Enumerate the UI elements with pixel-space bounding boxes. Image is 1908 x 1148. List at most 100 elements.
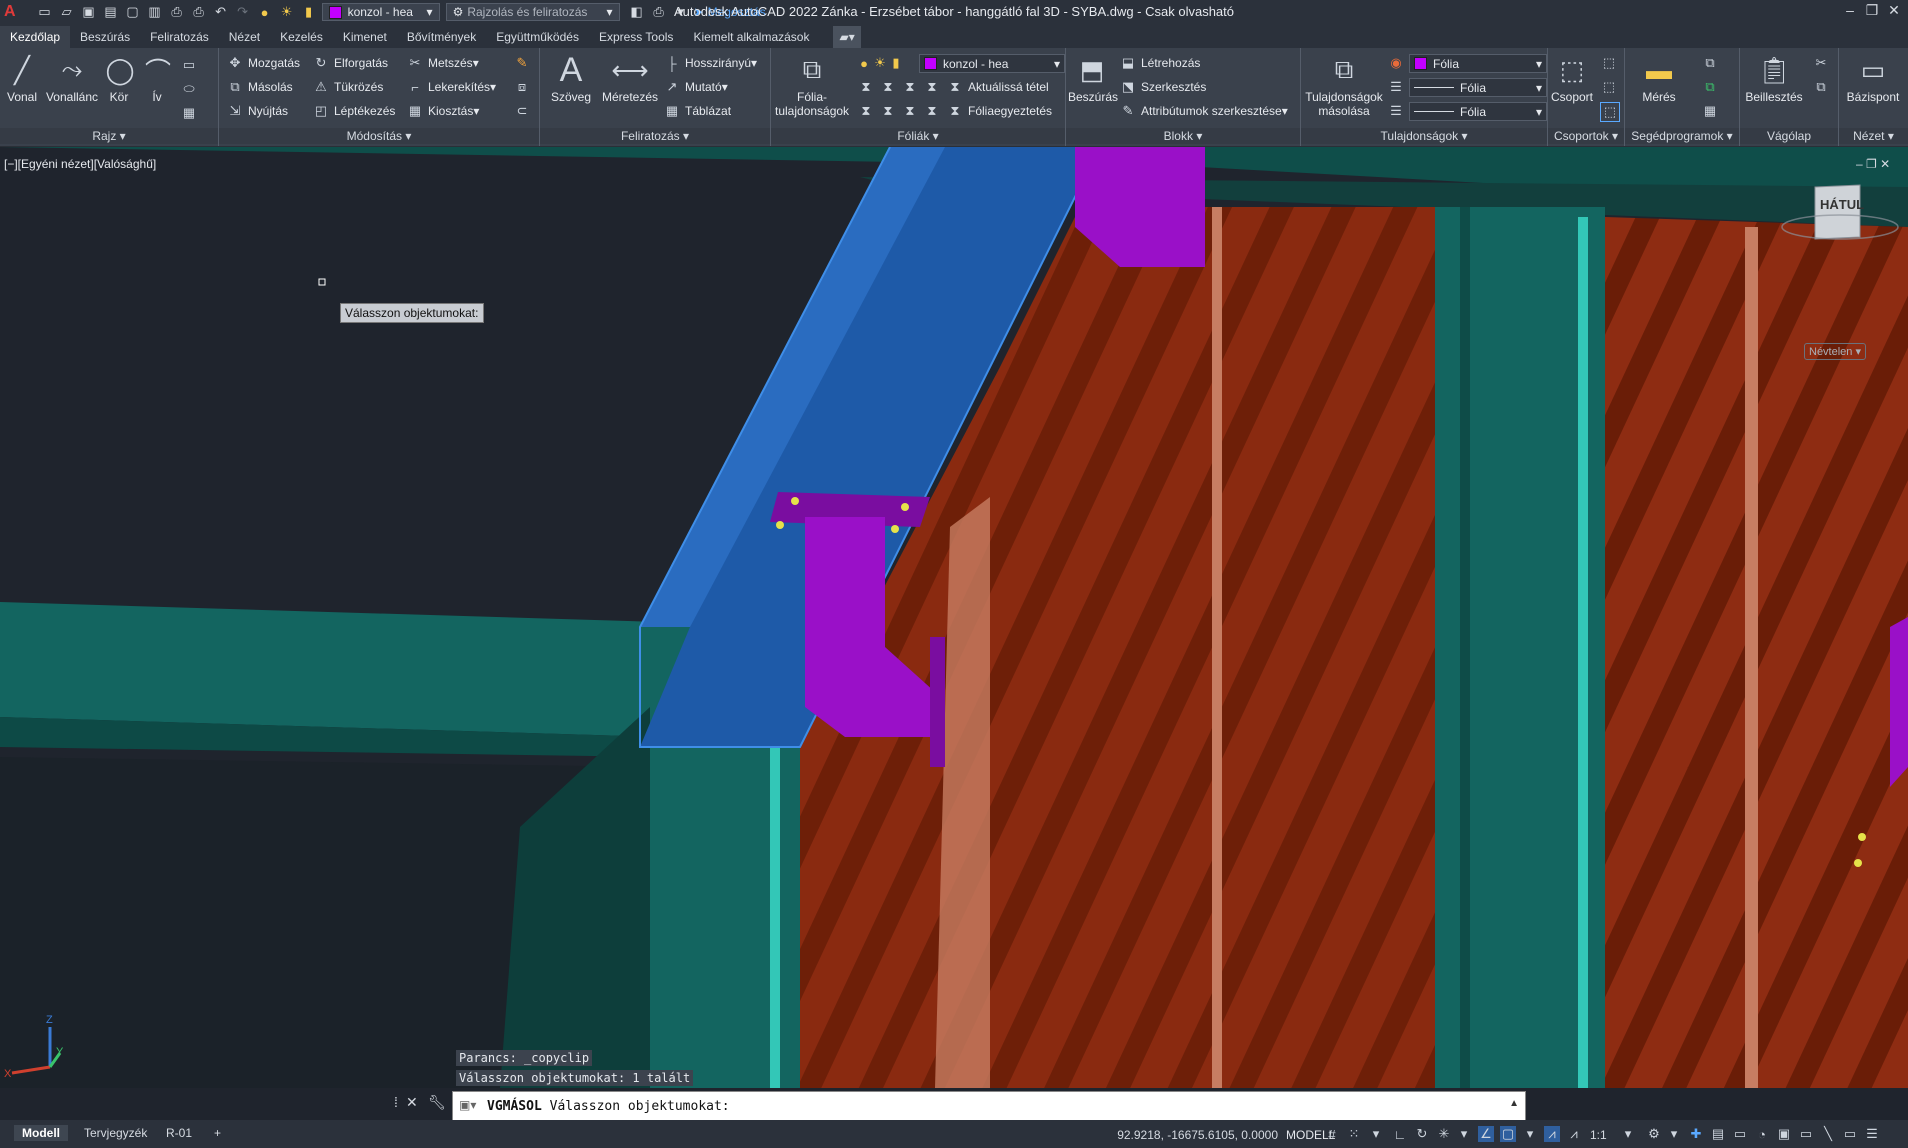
ellipse-icon[interactable]: ⬭ (180, 80, 198, 98)
linetype-combo[interactable]: Fólia ▾ (1409, 102, 1547, 121)
lineweight-toggle-icon[interactable]: ╲ (1820, 1126, 1836, 1142)
panel-view-title[interactable]: Nézet ▾ (1839, 128, 1908, 144)
panel-utilities-title[interactable]: Segédprogramok ▾ (1625, 128, 1739, 144)
lineweight-combo[interactable]: Fólia ▾ (1409, 78, 1547, 97)
line-button[interactable]: ╱ Vonal (4, 52, 40, 105)
tab-addins[interactable]: Bővítmények (397, 26, 486, 48)
current-layer-combo[interactable]: konzol - hea ▾ (919, 54, 1065, 73)
calculator-icon[interactable]: ▦ (1701, 102, 1719, 120)
chevron-down-icon[interactable]: ▾ (1522, 1126, 1538, 1142)
snap-icon[interactable]: ⁙ (1346, 1126, 1362, 1142)
layer-thaw-icon[interactable]: ⧗ (901, 102, 919, 120)
polyline-button[interactable]: ⤳ Vonallánc (44, 52, 100, 104)
base-button[interactable]: ▭ Bázispont (1841, 52, 1905, 105)
color-wheel-icon[interactable]: ◉ (1387, 54, 1405, 72)
panel-layers-title[interactable]: Fóliák ▾ (771, 128, 1065, 144)
edit-attributes-button[interactable]: ✎ Attribútumok szerkesztése ▾ (1120, 102, 1288, 120)
layer-on-icon[interactable]: ⧗ (857, 102, 875, 120)
circle-button[interactable]: ◯ Kör (102, 52, 136, 105)
isolate-objects-icon[interactable]: ▤ (1710, 1126, 1726, 1142)
plus-icon[interactable]: ✚ (1688, 1126, 1704, 1142)
viewcube[interactable] (1814, 184, 1861, 240)
stretch-button[interactable]: ⇲ Nyújtás (227, 102, 288, 120)
drawing-viewport[interactable]: HÁTUL Z X Y (0, 147, 1908, 1088)
tab-express-tools[interactable]: Express Tools (589, 26, 683, 48)
tab-annotate[interactable]: Feliratozás (140, 26, 219, 48)
insert-block-button[interactable]: ⬒ Beszúrás (1068, 52, 1118, 105)
lineweight-icon[interactable]: ☰ (1387, 78, 1405, 96)
arc-button[interactable]: ⌒ Ív (140, 52, 174, 105)
gear-icon[interactable]: ⚙ (1646, 1126, 1662, 1142)
chevron-up-icon[interactable]: ▲ (1509, 1098, 1519, 1109)
panel-annotation-title[interactable]: Feliratozás ▾ (540, 128, 770, 144)
tab-view[interactable]: Nézet (219, 26, 270, 48)
create-block-button[interactable]: ⬓ Létrehozás (1120, 54, 1201, 72)
linetype-icon[interactable]: ☰ (1387, 102, 1405, 120)
scale-button[interactable]: ◰ Léptékezés (313, 102, 396, 120)
linear-button[interactable]: ├ Hosszirányú ▾ (664, 54, 757, 72)
hardware-acceleration-icon[interactable]: ▭ (1732, 1126, 1748, 1142)
command-prompt-icon[interactable]: ▣▾ (459, 1098, 476, 1112)
copy-clip-icon[interactable]: ⧉ (1812, 78, 1830, 96)
close-icon[interactable]: ✕ (406, 1094, 418, 1111)
copy-button[interactable]: ⧉ Másolás (227, 78, 292, 96)
graphics-performance-icon[interactable]: ◔ (1754, 1126, 1770, 1142)
layer-properties-button[interactable]: ⧉ Fólia-tulajdonságok (775, 52, 849, 118)
ribbon-options-icon[interactable]: ▰▾ (833, 26, 861, 48)
explode-icon[interactable]: ⧈ (513, 78, 531, 96)
layer-off-icon[interactable]: ⧗ (857, 78, 875, 96)
chevron-down-icon[interactable]: ▾ (1368, 1126, 1384, 1142)
add-layout-icon[interactable]: + (206, 1125, 229, 1141)
otrack-icon[interactable]: ∠ (1478, 1126, 1494, 1142)
panel-modify-title[interactable]: Módosítás ▾ (219, 128, 539, 144)
paste-button[interactable]: 📋︎ Beillesztés (1742, 52, 1806, 105)
group-select-icon[interactable]: ⬚ (1600, 102, 1620, 122)
units-icon[interactable]: ▭ (1798, 1126, 1814, 1142)
panel-clipboard-title[interactable]: Vágólap (1740, 128, 1838, 144)
grid-icon[interactable]: # (1324, 1126, 1340, 1142)
layer-isolate-icon[interactable]: ⧗ (879, 78, 897, 96)
wrench-icon[interactable]: 🔧︎ (428, 1094, 446, 1111)
select-all-icon[interactable]: ⧉ (1701, 78, 1719, 96)
tab-output[interactable]: Kimenet (333, 26, 397, 48)
make-current-button[interactable]: ⧗ Aktuálissá tétel (947, 78, 1048, 96)
chevron-down-icon[interactable]: ▾ (1620, 1126, 1636, 1142)
annotation-scale[interactable]: 1:1 (1590, 1128, 1607, 1142)
group-button[interactable]: ⬚ Csoport (1550, 52, 1594, 105)
tab-manage[interactable]: Kezelés (270, 26, 333, 48)
layer-unlock-icon[interactable]: ⧗ (923, 102, 941, 120)
clean-screen-icon[interactable]: ▣ (1776, 1126, 1792, 1142)
tab-home[interactable]: Kezdőlap (0, 26, 71, 48)
quick-select-icon[interactable]: ⧉ (1701, 54, 1719, 72)
fillet-button[interactable]: ⌐ Lekerekítés ▾ (407, 78, 496, 96)
command-line[interactable]: ▣▾ VGMÁSOL Válasszon objektumokat: ▲ (452, 1091, 1526, 1121)
command-input[interactable]: VGMÁSOL Válasszon objektumokat: (487, 1099, 730, 1114)
customize-menu-icon[interactable]: ☰ (1864, 1126, 1880, 1142)
edit-block-button[interactable]: ⬔ Szerkesztés (1120, 78, 1207, 96)
rectangle-icon[interactable]: ▭ (180, 56, 198, 74)
color-combo[interactable]: Fólia ▾ (1409, 54, 1547, 73)
selection-cycling-icon[interactable]: ▢ (1500, 1126, 1516, 1142)
viewcube-face-label[interactable]: HÁTUL (1820, 197, 1864, 212)
offset-icon[interactable]: ⊂ (513, 102, 531, 120)
table-button[interactable]: ▦ Táblázat (664, 102, 731, 120)
dimension-button[interactable]: ⟷ Méretezés (600, 52, 660, 105)
cut-icon[interactable]: ✂ (1812, 54, 1830, 72)
erase-icon[interactable]: ✎ (513, 54, 531, 72)
leader-button[interactable]: ↗ Mutató ▾ (664, 78, 728, 96)
layer-unisolate-icon[interactable]: ⧗ (879, 102, 897, 120)
array-button[interactable]: ▦ Kiosztás ▾ (407, 102, 480, 120)
match-properties-button[interactable]: ⧉ Tulajdonságok másolása (1303, 52, 1385, 118)
polar-icon[interactable]: ↻ (1414, 1126, 1430, 1142)
move-button[interactable]: ✥ Mozgatás (227, 54, 300, 72)
annotation-visibility-icon[interactable]: ⩘ (1544, 1126, 1560, 1142)
hatch-icon[interactable]: ▦ (180, 104, 198, 122)
ungroup-icon[interactable]: ⬚ (1600, 54, 1618, 72)
mirror-button[interactable]: ⚠ Tükrözés (313, 78, 383, 96)
text-button[interactable]: A Szöveg (544, 51, 598, 105)
trim-button[interactable]: ✂ Metszés ▾ (407, 54, 479, 72)
viewport-controls-label[interactable]: [−][Egyéni nézet][Valósághű] (4, 157, 156, 171)
minimize-icon[interactable]: ‒ (1840, 2, 1860, 18)
panel-block-title[interactable]: Blokk ▾ (1066, 128, 1300, 144)
tab-model[interactable]: Modell (14, 1125, 68, 1141)
